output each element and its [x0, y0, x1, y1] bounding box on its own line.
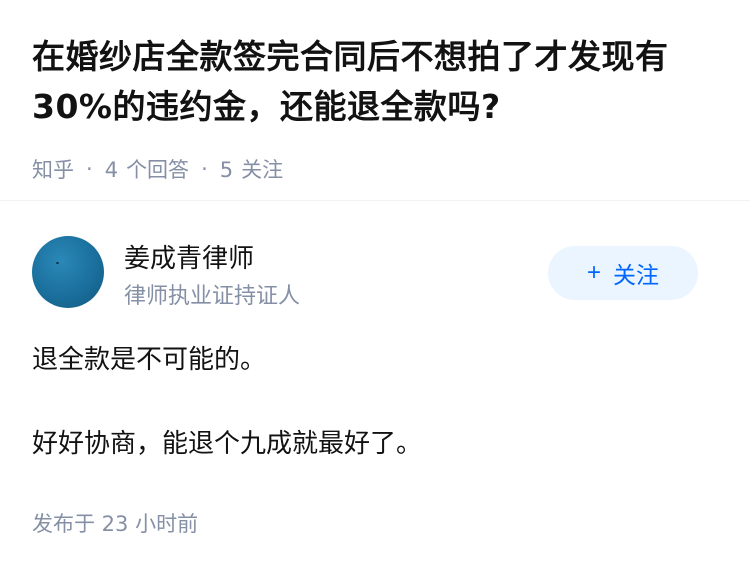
answers-count: 4 [104, 158, 119, 182]
author-name[interactable]: 姜成青律师 [124, 238, 254, 275]
question-header: 在婚纱店全款签完合同后不想拍了才发现有30%的违约金，还能退全款吗? 知乎 · … [32, 32, 722, 184]
follow-button[interactable]: + 关注 [548, 246, 698, 300]
question-meta: 知乎 · 4 个回答 · 5 关注 [32, 154, 722, 184]
answer-paragraph: 退全款是不可能的。 [32, 345, 267, 375]
answer-content: 退全款是不可能的。 好好协商，能退个九成就最好了。 [32, 338, 722, 466]
answers-count-link[interactable]: 4 个回答 [105, 154, 189, 184]
answer-paragraph: 好好协商，能退个九成就最好了。 [32, 429, 423, 459]
meta-separator: · [201, 157, 208, 181]
answer-author-row: 姜成青律师 律师执业证持证人 + 关注 [32, 236, 698, 309]
followers-count: 5 [219, 158, 234, 182]
section-divider [0, 200, 750, 201]
source-label[interactable]: 知乎 [32, 154, 74, 184]
followers-count-link[interactable]: 5 关注 [220, 154, 283, 184]
avatar[interactable] [32, 236, 104, 308]
follow-button-label: 关注 [613, 262, 659, 288]
question-title[interactable]: 在婚纱店全款签完合同后不想拍了才发现有30%的违约金，还能退全款吗? [32, 32, 722, 132]
plus-icon: + [586, 259, 601, 286]
author-badge: 律师执业证持证人 [124, 284, 301, 309]
meta-separator: · [86, 157, 93, 181]
followers-label: 关注 [241, 158, 284, 182]
publish-time: 发布于 23 小时前 [32, 512, 199, 536]
answers-label: 个回答 [126, 158, 190, 182]
avatar-detail [56, 262, 59, 264]
